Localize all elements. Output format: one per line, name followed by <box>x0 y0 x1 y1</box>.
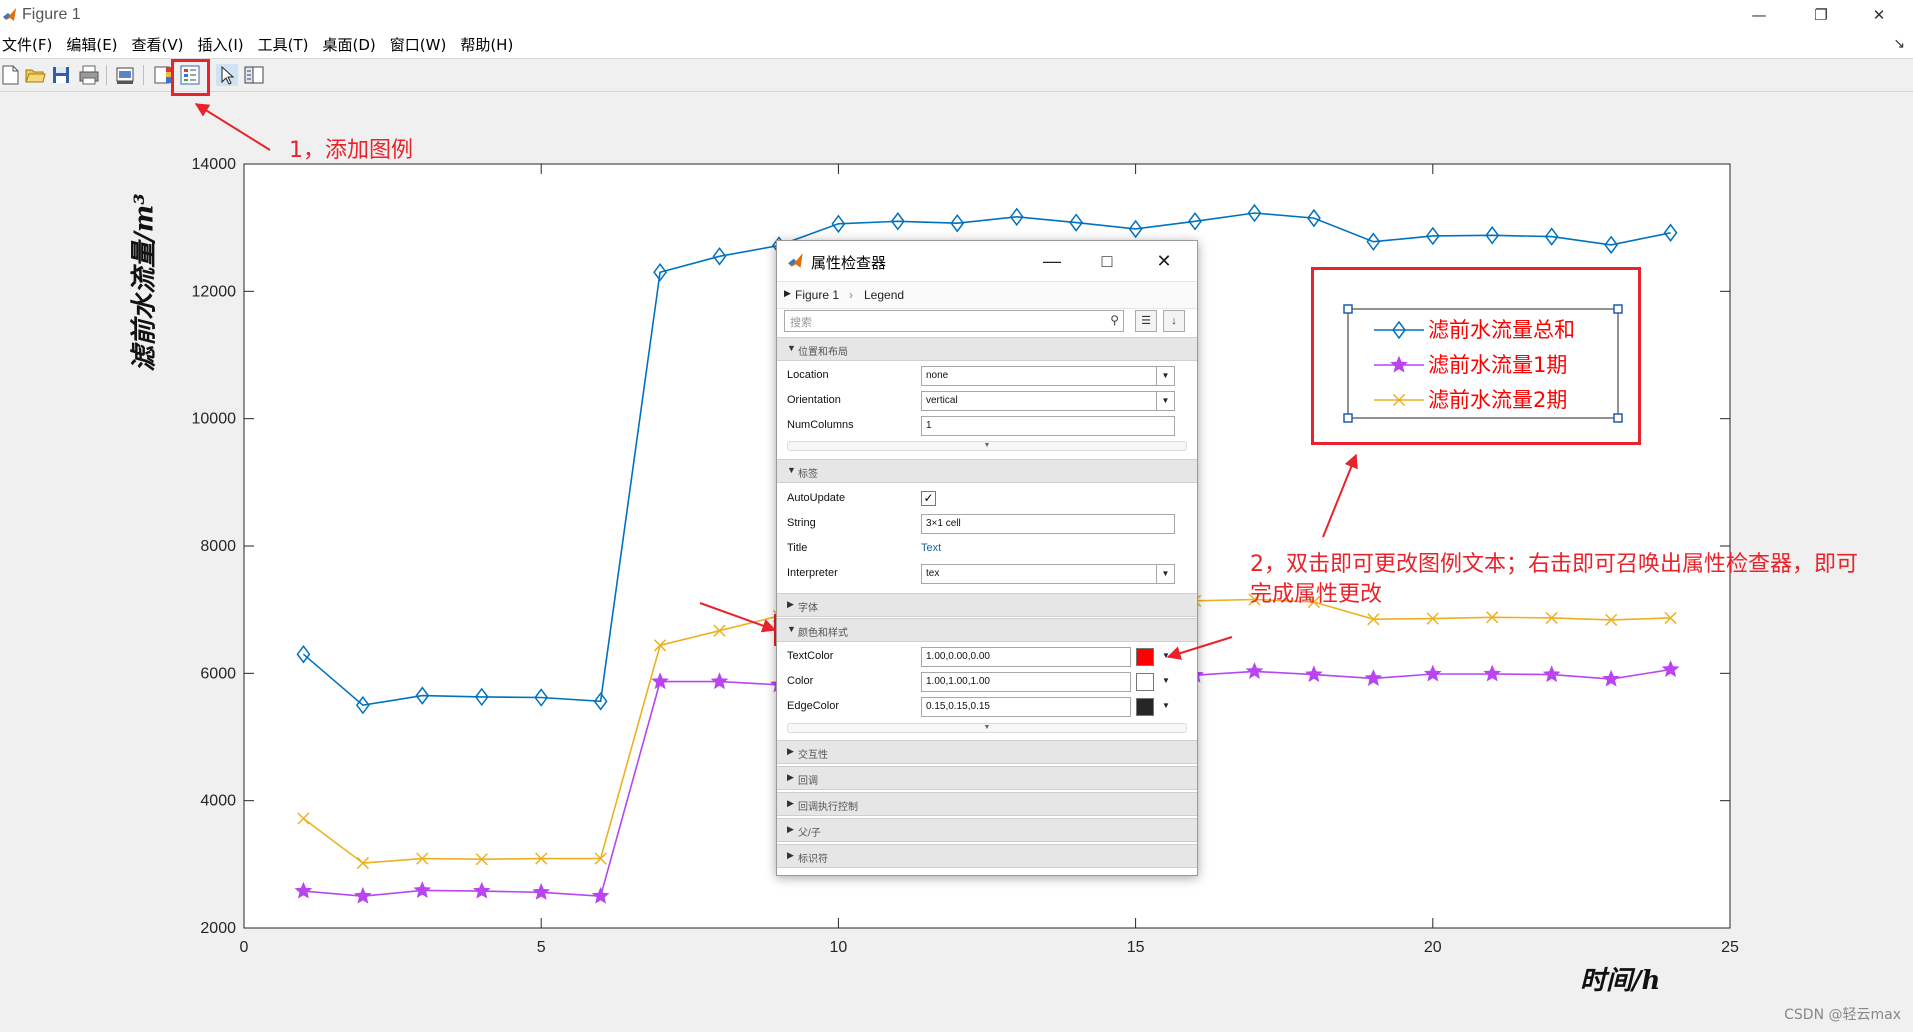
dropdown-arrow-icon[interactable]: ▼ <box>1157 672 1175 692</box>
x-tick-label: 20 <box>1424 939 1442 956</box>
inspector-search-input[interactable]: 搜索 ⚲ <box>784 310 1124 332</box>
prop-edgecolor: EdgeColor 0.15,0.15,0.15 ▼ <box>777 696 1197 718</box>
prop-numcolumns: NumColumns 1 <box>777 415 1197 437</box>
search-placeholder: 搜索 <box>790 317 812 329</box>
prop-location: Location none ▼ <box>777 365 1197 387</box>
textcolor-swatch[interactable] <box>1136 648 1154 666</box>
location-select[interactable]: none <box>921 366 1157 386</box>
group-view-icon[interactable]: ☰ <box>1135 310 1157 332</box>
legend-button-highlight <box>171 59 210 96</box>
x-tick-label: 15 <box>1127 939 1145 956</box>
y-tick-label: 8000 <box>200 538 236 555</box>
edgecolor-field[interactable]: 0.15,0.15,0.15 <box>921 697 1131 717</box>
prop-interpreter: Interpreter tex ▼ <box>777 563 1197 585</box>
breadcrumb-legend[interactable]: Legend <box>864 288 904 302</box>
x-axis-label: 时间/h <box>1580 966 1661 996</box>
dropdown-arrow-icon[interactable]: ▼ <box>1157 391 1175 411</box>
string-field[interactable]: 3×1 cell <box>921 514 1175 534</box>
expand-icon: ▶ <box>787 746 794 756</box>
section-labels[interactable]: ▼ 标签 <box>777 459 1197 483</box>
section-position[interactable]: ▼ 位置和布局 <box>777 337 1197 361</box>
collapse-icon: ▼ <box>787 465 796 475</box>
color-field[interactable]: 1.00,1.00,1.00 <box>921 672 1131 692</box>
prop-string: String 3×1 cell <box>777 513 1197 535</box>
x-tick-label: 0 <box>240 939 249 956</box>
section-color-style[interactable]: ▼ 颜色和样式 <box>777 618 1197 642</box>
annotation-step2-line2: 完成属性更改 <box>1250 582 1383 607</box>
show-more-button[interactable]: ▼ <box>787 723 1187 733</box>
prop-title: Title Text <box>787 542 942 554</box>
expand-icon: ▶ <box>787 772 794 782</box>
sort-az-icon[interactable]: ↓ <box>1163 310 1185 332</box>
matlab-logo-icon <box>788 253 803 268</box>
section-interactivity[interactable]: ▶ 交互性 <box>777 740 1197 764</box>
autoupdate-checkbox[interactable]: ✓ <box>921 491 936 506</box>
orientation-select[interactable]: vertical <box>921 391 1157 411</box>
inspector-breadcrumb: ▶ Figure 1 › Legend <box>777 281 1197 309</box>
expand-icon: ▶ <box>787 824 794 834</box>
inspector-title: 属性检查器 <box>811 254 887 272</box>
dropdown-arrow-icon[interactable]: ▼ <box>1157 564 1175 584</box>
y-tick-label: 10000 <box>192 411 237 428</box>
annotation-step2-line1: 2，双击即可更改图例文本；右击即可召唤出属性检查器，即可 <box>1250 552 1858 577</box>
breadcrumb-figure[interactable]: Figure 1 <box>795 288 839 302</box>
y-tick-label: 12000 <box>192 283 237 300</box>
y-tick-label: 14000 <box>192 156 237 173</box>
section-parent-child[interactable]: ▶ 父/子 <box>777 818 1197 842</box>
prop-autoupdate: AutoUpdate ✓ <box>777 488 1197 510</box>
show-more-button[interactable]: ▼ <box>787 441 1187 451</box>
y-tick-label: 6000 <box>200 665 236 682</box>
search-icon: ⚲ <box>1110 313 1119 327</box>
collapse-icon: ▼ <box>787 624 796 634</box>
dropdown-arrow-icon[interactable]: ▼ <box>1157 697 1175 717</box>
section-callback-exec[interactable]: ▶ 回调执行控制 <box>777 792 1197 816</box>
numcolumns-field[interactable]: 1 <box>921 416 1175 436</box>
breadcrumb-expand-icon[interactable]: ▶ <box>784 288 791 299</box>
x-tick-label: 10 <box>830 939 848 956</box>
edgecolor-swatch[interactable] <box>1136 698 1154 716</box>
prop-color: Color 1.00,1.00,1.00 ▼ <box>777 671 1197 693</box>
breadcrumb-chevron-icon: › <box>849 288 853 302</box>
interpreter-select[interactable]: tex <box>921 564 1157 584</box>
inspector-close-icon[interactable]: ✕ <box>1152 249 1176 273</box>
y-tick-label: 4000 <box>200 793 236 810</box>
prop-textcolor: TextColor 1.00,0.00,0.00 ▼ <box>777 646 1197 668</box>
dropdown-arrow-icon[interactable]: ▼ <box>1157 647 1175 667</box>
legend-highlight-box <box>1311 267 1641 445</box>
inspector-minimize-icon[interactable]: — <box>1040 249 1064 273</box>
dropdown-arrow-icon[interactable]: ▼ <box>1157 366 1175 386</box>
inspector-maximize-icon[interactable]: □ <box>1095 249 1119 273</box>
expand-icon: ▶ <box>787 798 794 808</box>
textcolor-field[interactable]: 1.00,0.00,0.00 <box>921 647 1131 667</box>
y-tick-label: 2000 <box>200 920 236 937</box>
section-identifiers[interactable]: ▶ 标识符 <box>777 844 1197 868</box>
section-font[interactable]: ▶ 字体 <box>777 593 1197 617</box>
collapse-icon: ▼ <box>787 343 796 353</box>
y-axis-label: 滤前水流量/m³ <box>129 193 160 372</box>
title-link[interactable]: Text <box>921 542 941 554</box>
x-tick-label: 25 <box>1721 939 1739 956</box>
expand-icon: ▶ <box>787 599 794 609</box>
section-callbacks[interactable]: ▶ 回调 <box>777 766 1197 790</box>
x-tick-label: 5 <box>537 939 546 956</box>
inspector-titlebar: 属性检查器 — □ ✕ <box>777 241 1197 281</box>
watermark: CSDN @轻云max <box>1784 1007 1901 1023</box>
prop-orientation: Orientation vertical ▼ <box>777 390 1197 412</box>
property-inspector-window[interactable]: 属性检查器 — □ ✕ ▶ Figure 1 › Legend 搜索 ⚲ ☰ ↓… <box>776 240 1198 876</box>
expand-icon: ▶ <box>787 850 794 860</box>
color-swatch[interactable] <box>1136 673 1154 691</box>
annotation-step1: 1，添加图例 <box>289 138 413 163</box>
